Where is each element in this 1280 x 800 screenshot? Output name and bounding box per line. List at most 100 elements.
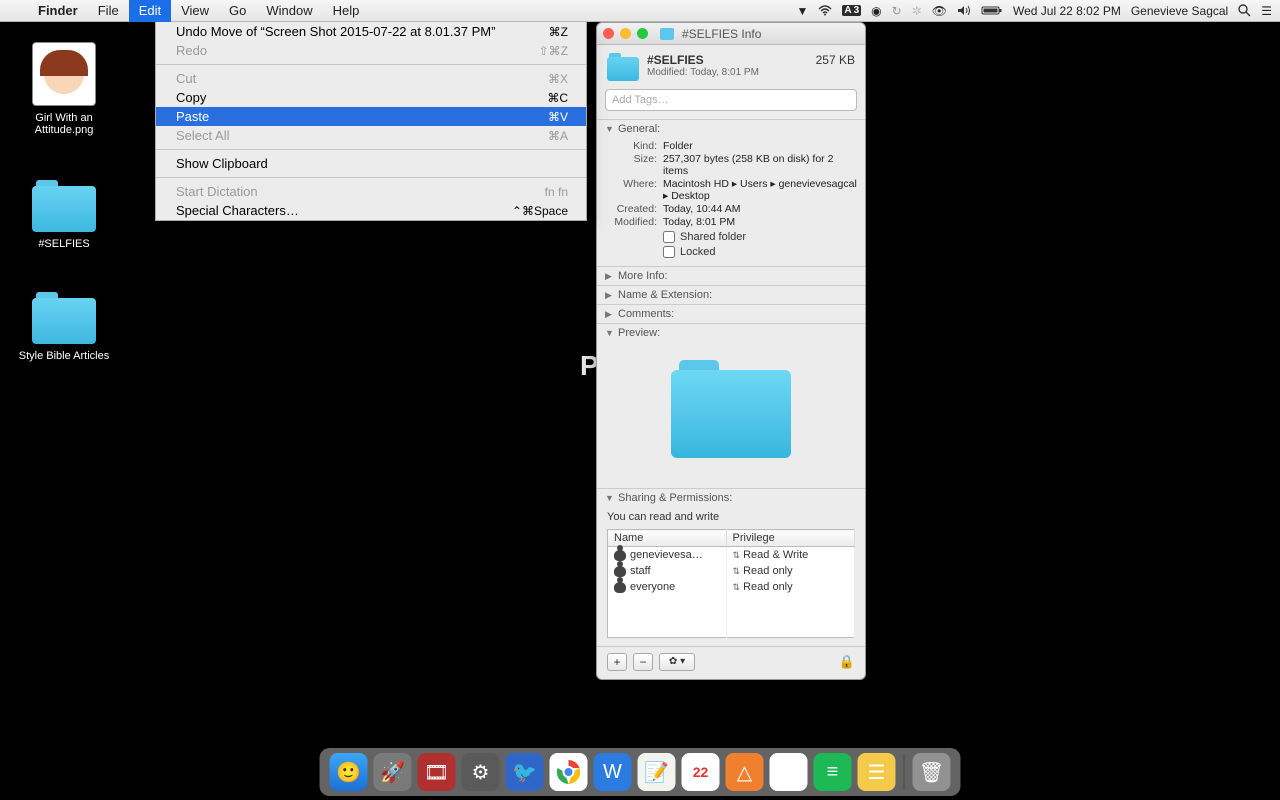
dock: 🙂🚀🎞⚙🐦 W📝22△♪≡☰ 🗑 bbox=[320, 748, 961, 796]
dock-trash[interactable]: 🗑 bbox=[913, 753, 951, 791]
datetime[interactable]: Wed Jul 22 8:02 PM bbox=[1013, 4, 1121, 18]
menu-view[interactable]: View bbox=[171, 0, 219, 22]
dropbox-icon[interactable]: ▼ bbox=[796, 4, 808, 18]
disclosure-triangle-icon: ▶ bbox=[605, 309, 615, 320]
dock-photobooth[interactable]: 🎞 bbox=[418, 753, 456, 791]
icon-label: Style Bible Articles bbox=[14, 350, 114, 362]
disclosure-triangle-icon: ▶ bbox=[605, 271, 615, 282]
status-area: ▼ A 3 ◉ ↻ ✲ 👁 Wed Jul 22 8:02 PM Genevie… bbox=[796, 4, 1280, 18]
user-name[interactable]: Genevieve Sagcal bbox=[1131, 4, 1228, 18]
menu-help[interactable]: Help bbox=[323, 0, 370, 22]
file-name: #SELFIES bbox=[647, 53, 816, 67]
adobe-icon[interactable]: A 3 bbox=[842, 5, 861, 16]
remove-user-button[interactable]: − bbox=[633, 653, 653, 671]
desktop-icon-image[interactable]: Girl With an Attitude.png bbox=[14, 42, 114, 136]
created-value: Today, 10:44 AM bbox=[663, 203, 857, 215]
dock-notes[interactable]: 📝 bbox=[638, 753, 676, 791]
close-button[interactable] bbox=[603, 28, 614, 39]
menu-item[interactable]: Paste⌘V bbox=[156, 107, 586, 126]
dock-settings[interactable]: ⚙ bbox=[462, 753, 500, 791]
menu-item: Redo⇧⌘Z bbox=[156, 41, 586, 60]
section-comments[interactable]: ▶Comments: bbox=[597, 305, 865, 323]
locked-checkbox[interactable]: Locked bbox=[663, 246, 857, 258]
preview-area bbox=[597, 342, 865, 488]
get-info-window: #SELFIES Info #SELFIES Modified: Today, … bbox=[596, 22, 866, 680]
menu-go[interactable]: Go bbox=[219, 0, 256, 22]
timemachine-icon[interactable]: ↻ bbox=[892, 4, 902, 18]
zoom-button[interactable] bbox=[637, 28, 648, 39]
notification-icon[interactable]: ☰ bbox=[1261, 4, 1272, 18]
minimize-button[interactable] bbox=[620, 28, 631, 39]
app-name[interactable]: Finder bbox=[28, 3, 88, 18]
person-icon bbox=[614, 550, 626, 561]
desktop-icon-folder-stylebible[interactable]: Style Bible Articles bbox=[14, 292, 114, 362]
menu-edit[interactable]: Edit bbox=[129, 0, 171, 22]
section-sharing[interactable]: ▼Sharing & Permissions: bbox=[597, 489, 865, 507]
menu-item[interactable]: Special Characters…⌃⌘Space bbox=[156, 201, 586, 220]
menu-item[interactable]: Copy⌘C bbox=[156, 88, 586, 107]
size-value: 257,307 bytes (258 KB on disk) for 2 ite… bbox=[663, 153, 857, 177]
dock-chrome[interactable] bbox=[550, 753, 588, 791]
folder-icon bbox=[32, 292, 96, 344]
spotlight-icon[interactable] bbox=[1238, 4, 1251, 17]
window-title: #SELFIES Info bbox=[682, 27, 761, 41]
info-header: #SELFIES Modified: Today, 8:01 PM 257 KB bbox=[597, 45, 865, 85]
menu-file[interactable]: File bbox=[88, 0, 129, 22]
dock-word[interactable]: W bbox=[594, 753, 632, 791]
table-row[interactable]: genevievesa…⇅Read & Write bbox=[608, 547, 855, 564]
section-moreinfo[interactable]: ▶More Info: bbox=[597, 267, 865, 285]
file-size: 257 KB bbox=[816, 53, 855, 67]
menu-window[interactable]: Window bbox=[256, 0, 322, 22]
add-user-button[interactable]: + bbox=[607, 653, 627, 671]
battery-icon[interactable] bbox=[981, 5, 1003, 16]
folder-icon bbox=[32, 180, 96, 232]
section-preview[interactable]: ▼Preview: bbox=[597, 324, 865, 342]
wifi-icon[interactable] bbox=[818, 5, 832, 16]
kind-value: Folder bbox=[663, 140, 857, 152]
sync-icon[interactable]: ◉ bbox=[871, 4, 881, 18]
section-general[interactable]: ▼General: bbox=[597, 120, 865, 138]
lock-icon[interactable]: 🔒 bbox=[839, 654, 855, 670]
eye-icon[interactable]: 👁 bbox=[932, 4, 947, 18]
folder-icon bbox=[671, 360, 791, 458]
disclosure-triangle-icon: ▼ bbox=[605, 124, 615, 134]
bluetooth-icon[interactable]: ✲ bbox=[912, 4, 922, 18]
where-value: Macintosh HD ▸ Users ▸ genevievesagcal ▸… bbox=[663, 178, 857, 202]
dock-calendar[interactable]: 22 bbox=[682, 753, 720, 791]
window-titlebar[interactable]: #SELFIES Info bbox=[597, 23, 865, 45]
tags-input[interactable]: Add Tags… bbox=[605, 89, 857, 111]
action-menu-button[interactable]: ✿ ▾ bbox=[659, 653, 695, 671]
dock-stickies[interactable]: ☰ bbox=[858, 753, 896, 791]
dock-vlc[interactable]: △ bbox=[726, 753, 764, 791]
table-row[interactable]: staff⇅Read only bbox=[608, 563, 855, 579]
icon-label: #SELFIES bbox=[14, 238, 114, 250]
disclosure-triangle-icon: ▼ bbox=[605, 493, 615, 503]
permissions-table: NamePrivilege genevievesa…⇅Read & Writes… bbox=[607, 529, 855, 638]
menubar: Finder File Edit View Go Window Help ▼ A… bbox=[0, 0, 1280, 22]
folder-icon bbox=[660, 28, 674, 40]
dock-spotify[interactable]: ≡ bbox=[814, 753, 852, 791]
section-nameext[interactable]: ▶Name & Extension: bbox=[597, 286, 865, 304]
modified-label: Modified: Today, 8:01 PM bbox=[647, 67, 816, 78]
dock-finder[interactable]: 🙂 bbox=[330, 753, 368, 791]
volume-icon[interactable] bbox=[957, 5, 971, 16]
desktop-icon-folder-selfies[interactable]: #SELFIES bbox=[14, 180, 114, 250]
icon-label: Girl With an Attitude.png bbox=[14, 112, 114, 136]
image-thumbnail bbox=[32, 42, 96, 106]
disclosure-triangle-icon: ▼ bbox=[605, 328, 615, 338]
dock-launchpad[interactable]: 🚀 bbox=[374, 753, 412, 791]
menu-item[interactable]: Undo Move of “Screen Shot 2015-07-22 at … bbox=[156, 22, 586, 41]
shared-folder-checkbox[interactable]: Shared folder bbox=[663, 231, 857, 243]
menu-item[interactable]: Show Clipboard bbox=[156, 154, 586, 173]
dock-mail-bird[interactable]: 🐦 bbox=[506, 753, 544, 791]
menu-item: Start Dictationfn fn bbox=[156, 182, 586, 201]
sharing-desc: You can read and write bbox=[607, 511, 855, 523]
modified-value: Today, 8:01 PM bbox=[663, 216, 857, 228]
person-icon bbox=[614, 566, 626, 577]
dock-itunes[interactable]: ♪ bbox=[770, 753, 808, 791]
person-icon bbox=[614, 582, 626, 593]
menu-item: Cut⌘X bbox=[156, 69, 586, 88]
folder-icon bbox=[607, 53, 639, 81]
table-row[interactable]: everyone⇅Read only bbox=[608, 579, 855, 595]
menu-item: Select All⌘A bbox=[156, 126, 586, 145]
